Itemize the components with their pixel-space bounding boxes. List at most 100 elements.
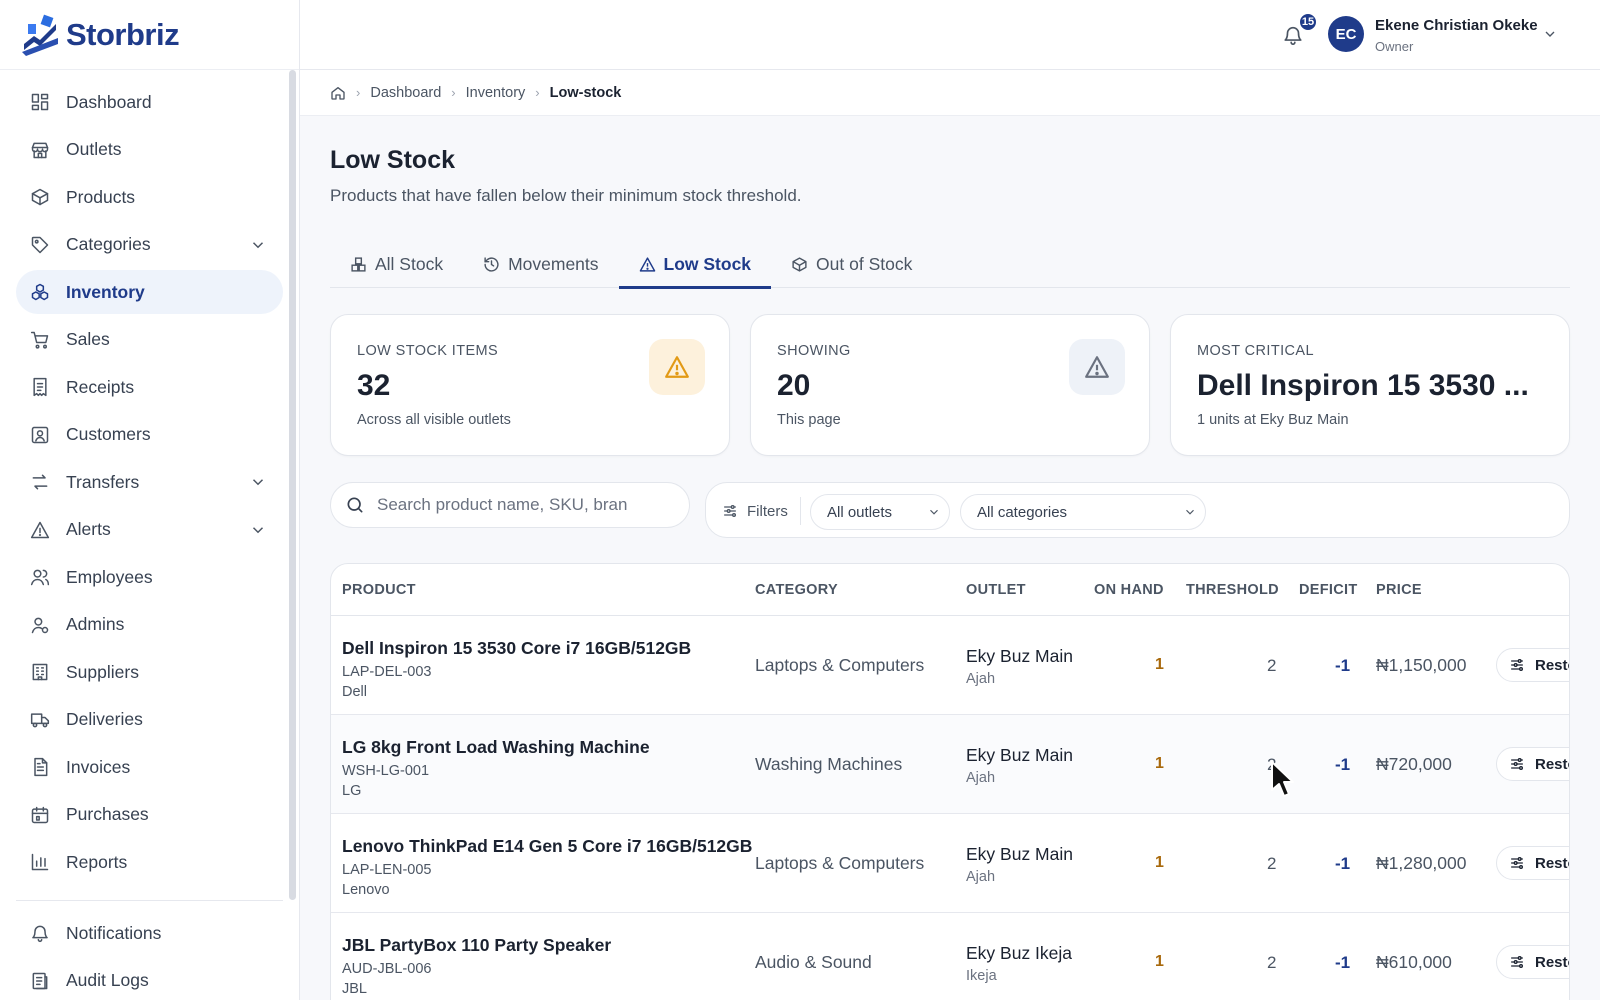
on-hand-value: 1 <box>1155 755 1164 772</box>
tab-label: Out of Stock <box>816 253 913 274</box>
sidebar-item-invoices[interactable]: Invoices <box>16 745 283 789</box>
breadcrumb-dashboard[interactable]: Dashboard <box>370 85 441 101</box>
sidebar-item-customers[interactable]: Customers <box>16 413 283 457</box>
on-hand-value: 1 <box>1155 854 1164 871</box>
inventory-tabs: All Stock Movements Low Stock Out of Sto… <box>330 240 1570 289</box>
brand-name: Storbriz <box>66 16 180 52</box>
tab-movements[interactable]: Movements <box>463 240 618 288</box>
restock-button[interactable]: Resto <box>1496 846 1569 880</box>
column-header-deficit[interactable]: DEFICIT <box>1299 582 1358 598</box>
product-name[interactable]: LG 8kg Front Load Washing Machine <box>342 737 650 758</box>
column-header-threshold[interactable]: THRESHOLD <box>1186 582 1279 598</box>
category-select-value: All categories <box>977 503 1068 521</box>
building-icon <box>32 663 48 681</box>
chevron-down-icon[interactable] <box>249 236 267 254</box>
restock-label: Resto <box>1535 953 1569 971</box>
breadcrumb-inventory[interactable]: Inventory <box>466 85 526 101</box>
sidebar-item-categories[interactable]: Categories <box>16 223 283 267</box>
audit-icon <box>32 972 48 989</box>
product-brand: Lenovo <box>342 882 390 898</box>
sidebar-item-deliveries[interactable]: Deliveries <box>16 698 283 742</box>
tab-out-of-stock[interactable]: Out of Stock <box>771 240 932 288</box>
chevron-down-icon[interactable] <box>249 521 267 539</box>
sidebar-item-label: Audit Logs <box>66 970 149 990</box>
chevron-down-icon[interactable] <box>1542 26 1558 42</box>
sidebar-item-label: Reports <box>66 851 128 872</box>
truck-icon <box>30 712 50 727</box>
filters-button[interactable]: Filters <box>722 497 788 525</box>
product-name[interactable]: Lenovo ThinkPad E14 Gen 5 Core i7 16GB/5… <box>342 836 752 857</box>
sidebar-item-suppliers[interactable]: Suppliers <box>16 650 283 694</box>
chevron-down-icon[interactable] <box>249 473 267 491</box>
table-row[interactable]: Lenovo ThinkPad E14 Gen 5 Core i7 16GB/5… <box>331 814 1569 913</box>
sidebar-item-label: Receipts <box>66 376 135 397</box>
sidebar-scrollbar[interactable] <box>289 70 296 900</box>
sidebar-item-receipts[interactable]: Receipts <box>16 365 283 409</box>
restock-button[interactable]: Resto <box>1496 648 1569 682</box>
sidebar: Storbriz Dashboard Outlets Products Categor… <box>0 0 300 1000</box>
column-header-price[interactable]: PRICE <box>1376 582 1422 598</box>
stat-value: Dell Inspiron 15 3530 ... <box>1197 369 1529 402</box>
sidebar-item-dashboard[interactable]: Dashboard <box>16 80 283 124</box>
product-name[interactable]: JBL PartyBox 110 Party Speaker <box>342 935 611 956</box>
tab-low-stock[interactable]: Low Stock <box>618 240 772 289</box>
breadcrumb-separator: › <box>535 85 540 100</box>
search-input[interactable] <box>377 495 667 515</box>
column-header-on-hand[interactable]: ON HAND <box>1094 582 1164 598</box>
chevron-down-icon <box>930 509 938 515</box>
table-row[interactable]: JBL PartyBox 110 Party Speaker AUD-JBL-00… <box>331 913 1569 1000</box>
alert-icon <box>30 521 50 538</box>
user-role: Owner <box>1375 39 1414 54</box>
category-select[interactable]: All categories <box>960 494 1206 530</box>
sidebar-item-admins[interactable]: Admins <box>16 603 283 647</box>
sidebar-item-products[interactable]: Products <box>16 175 283 219</box>
sidebar-item-label: Admins <box>66 614 125 634</box>
stat-label: SHOWING <box>777 343 851 359</box>
product-brand: Dell <box>342 684 367 700</box>
outlet-area: Ikeja <box>966 968 997 984</box>
cart-icon <box>30 331 49 349</box>
user-avatar[interactable]: EC <box>1328 16 1364 52</box>
table-row[interactable]: Dell Inspiron 15 3530 Core i7 16GB/512GB… <box>331 616 1569 715</box>
restock-button[interactable]: Resto <box>1496 945 1569 979</box>
product-category: Laptops & Computers <box>755 655 925 675</box>
sidebar-item-notifications[interactable]: Notifications <box>16 911 283 955</box>
sidebar-item-audit-logs[interactable]: Audit Logs <box>16 959 283 1000</box>
warning-icon <box>1069 339 1125 395</box>
table-row[interactable]: LG 8kg Front Load Washing Machine WSH-LG-… <box>331 715 1569 814</box>
search-box <box>330 482 690 528</box>
sidebar-item-employees[interactable]: Employees <box>16 555 283 599</box>
user-name[interactable]: Ekene Christian Okeke <box>1375 17 1538 34</box>
sidebar-item-label: Alerts <box>66 519 111 539</box>
sidebar-item-transfers[interactable]: Transfers <box>16 460 283 504</box>
outlet-select[interactable]: All outlets <box>810 494 950 530</box>
low-stock-table: PRODUCT CATEGORY OUTLET ON HAND THRESHOL… <box>330 563 1570 1000</box>
sidebar-item-label: Invoices <box>66 756 131 777</box>
product-brand: LG <box>342 783 362 799</box>
store-icon <box>31 142 49 158</box>
sidebar-item-sales[interactable]: Sales <box>16 318 283 362</box>
home-icon[interactable] <box>330 85 346 101</box>
sidebar-item-purchases[interactable]: Purchases <box>16 793 283 837</box>
sidebar-item-inventory[interactable]: Inventory <box>16 270 283 314</box>
column-header-category[interactable]: CATEGORY <box>755 582 838 598</box>
page-title: Low Stock <box>330 146 456 174</box>
sidebar-item-alerts[interactable]: Alerts <box>16 508 283 552</box>
sidebar-item-label: Notifications <box>66 922 162 943</box>
tab-label: All Stock <box>375 253 444 274</box>
chart-icon <box>31 853 49 871</box>
column-header-product[interactable]: PRODUCT <box>342 582 416 598</box>
sidebar-item-outlets[interactable]: Outlets <box>16 128 283 172</box>
inventory-icon <box>31 283 49 301</box>
sidebar-item-label: Suppliers <box>66 661 139 682</box>
tab-all-stock[interactable]: All Stock <box>330 240 463 288</box>
top-header: 15 EC Ekene Christian Okeke Owner <box>300 0 1600 70</box>
brand-logo[interactable]: Storbriz <box>0 0 299 70</box>
page-subtitle: Products that have fallen below their mi… <box>330 186 802 205</box>
sidebar-item-reports[interactable]: Reports <box>16 840 283 884</box>
price-value: ₦720,000 <box>1376 754 1452 774</box>
sidebar-bottom-nav: Notifications Audit Logs <box>0 911 299 1000</box>
column-header-outlet[interactable]: OUTLET <box>966 582 1026 598</box>
restock-button[interactable]: Resto <box>1496 747 1569 781</box>
product-name[interactable]: Dell Inspiron 15 3530 Core i7 16GB/512GB <box>342 638 691 659</box>
